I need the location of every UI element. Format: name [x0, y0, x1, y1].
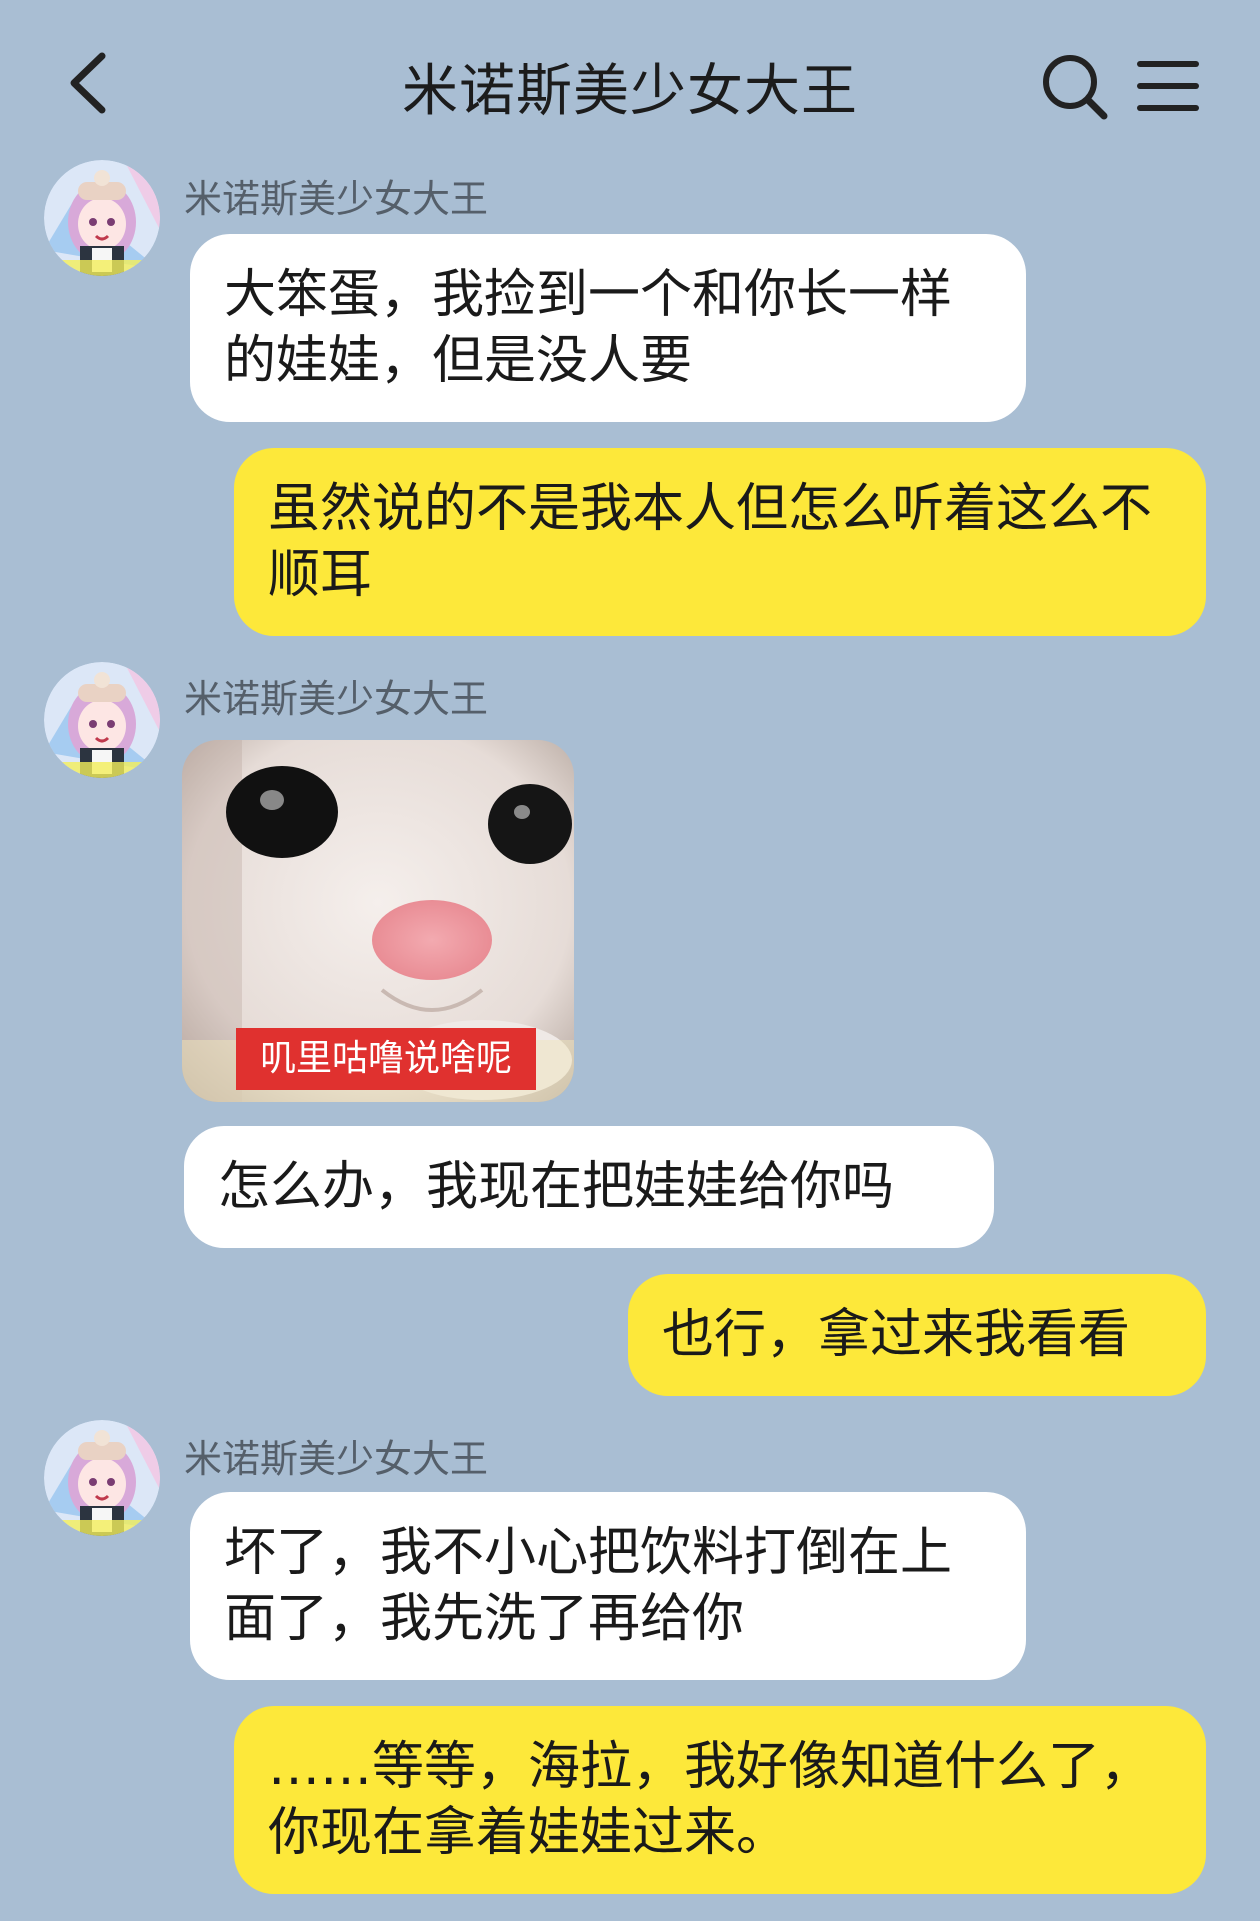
sender-name: 米诺斯美少女大王 [184, 677, 489, 721]
message-bubble[interactable]: 大笨蛋，我捡到一个和你长一样的娃娃，但是没人要 [190, 234, 1026, 422]
top-bar: 米诺斯美少女大王 [0, 0, 1260, 160]
sender-name: 米诺斯美少女大王 [184, 1437, 489, 1481]
anime-girl-avatar-icon [44, 1420, 160, 1536]
avatar[interactable] [44, 160, 160, 276]
anime-girl-avatar-icon [44, 662, 160, 778]
message-bubble[interactable]: 也行，拿过来我看看 [628, 1274, 1206, 1396]
avatar[interactable] [44, 1420, 160, 1536]
avatar[interactable] [44, 662, 160, 778]
search-icon [1043, 55, 1108, 120]
anime-girl-avatar-icon [44, 160, 160, 276]
sender-name: 米诺斯美少女大王 [184, 177, 489, 221]
message-bubble[interactable]: 虽然说的不是我本人但怎么听着这么不顺耳 [234, 448, 1206, 636]
cat-sticker-image[interactable]: 叽里咕噜说啥呢 [182, 740, 574, 1102]
menu-icon [1137, 61, 1199, 111]
message-bubble[interactable]: 坏了，我不小心把饮料打倒在上面了，我先洗了再给你 [190, 1492, 1026, 1680]
message-bubble[interactable]: ……等等，海拉，我好像知道什么了，你现在拿着娃娃过来。 [234, 1706, 1206, 1894]
menu-button[interactable] [1136, 56, 1200, 116]
search-button[interactable] [1040, 52, 1110, 122]
sticker-caption: 叽里咕噜说啥呢 [236, 1028, 536, 1090]
message-bubble[interactable]: 怎么办，我现在把娃娃给你吗 [184, 1126, 994, 1248]
